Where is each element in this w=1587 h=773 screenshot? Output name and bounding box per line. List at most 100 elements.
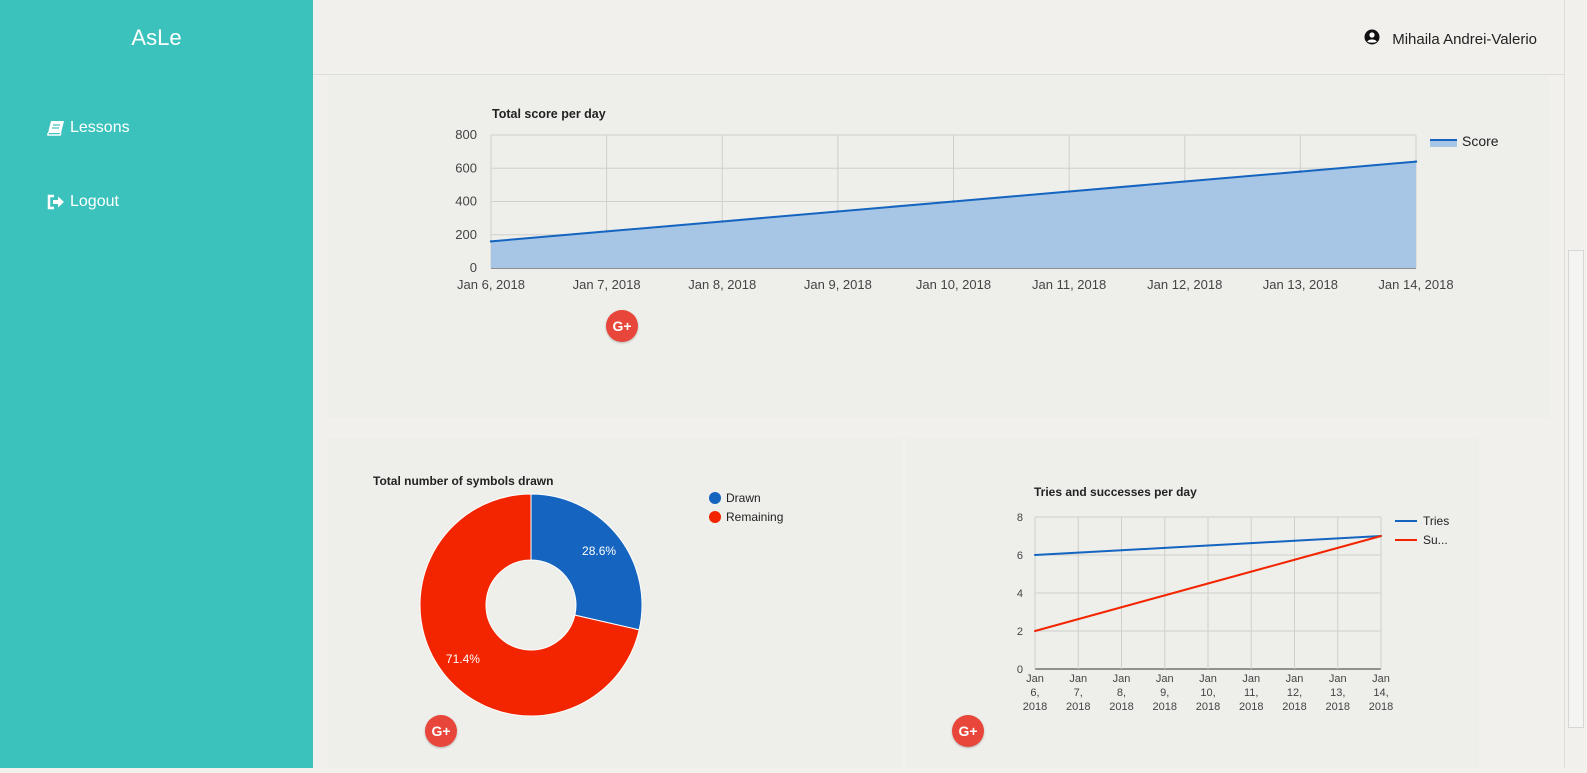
data-point <box>1207 544 1209 547</box>
data-point <box>1077 551 1080 554</box>
slice-percent-label: 28.6% <box>582 544 616 558</box>
data-point <box>1163 594 1166 597</box>
google-plus-share-button[interactable]: G+ <box>952 715 984 747</box>
score-data-point <box>1067 190 1071 193</box>
y-tick-label: 800 <box>455 127 477 142</box>
x-tick-label: Jan 10, 2018 <box>916 277 991 292</box>
data-point <box>1336 537 1339 540</box>
score-data-point <box>836 210 840 213</box>
x-tick-label: 11, <box>1244 687 1258 699</box>
x-tick-label: 2018 <box>1196 701 1220 713</box>
y-tick-label: 400 <box>455 194 477 209</box>
google-plus-icon: G+ <box>612 318 632 334</box>
legend-swatch-drawn <box>709 492 721 504</box>
google-plus-share-button[interactable]: G+ <box>425 715 457 747</box>
data-point <box>1336 546 1339 549</box>
x-tick-label: Jan <box>1372 673 1390 685</box>
x-tick-label: Jan 13, 2018 <box>1263 277 1338 292</box>
score-chart-panel: Total score per day 800 600 400 200 0 Jan 6,… <box>328 76 1549 418</box>
score-data-point <box>1299 170 1302 173</box>
x-tick-label: 7, <box>1074 687 1083 699</box>
data-point <box>1250 570 1253 573</box>
symbols-chart-panel: Total number of symbols drawn 28.6% 71.4%… <box>328 438 901 768</box>
x-tick-label: Jan 7, 2018 <box>573 277 641 292</box>
donut-slice-drawn <box>530 493 643 631</box>
y-tick-label: 8 <box>1017 512 1023 524</box>
x-tick-label: Jan <box>1069 673 1087 685</box>
x-tick-label: Jan <box>1329 673 1347 685</box>
legend-label-score: Score <box>1462 133 1499 149</box>
x-tick-label: 2018 <box>1326 701 1350 713</box>
y-tick-label: 6 <box>1017 550 1023 562</box>
sidebar-item-logout[interactable]: Logout <box>47 193 119 211</box>
slice-percent-label: 71.4% <box>446 652 480 666</box>
sidebar-item-lessons[interactable]: Lessons <box>47 119 130 137</box>
x-tick-label: Jan <box>1286 673 1304 685</box>
score-data-point <box>721 220 724 223</box>
google-plus-icon: G+ <box>958 723 978 739</box>
legend-swatch-remaining <box>709 511 721 523</box>
sidebar: AsLe Lessons Logout <box>0 0 313 768</box>
y-tick-label: 0 <box>470 260 477 275</box>
x-tick-label: 2018 <box>1023 701 1047 713</box>
y-tick-label: 600 <box>455 160 477 175</box>
data-point <box>1380 535 1382 537</box>
data-point <box>1163 546 1166 549</box>
x-tick-label: Jan 6, 2018 <box>457 277 525 292</box>
chart-title: Tries and successes per day <box>1034 485 1197 499</box>
user-circle-icon <box>1364 29 1380 49</box>
data-point <box>1293 539 1296 542</box>
scrollbar-thumb[interactable] <box>1568 250 1584 728</box>
chart-title: Total score per day <box>492 107 606 121</box>
x-tick-label: Jan 11, 2018 <box>1032 277 1106 292</box>
data-point <box>1207 582 1209 585</box>
x-tick-label: 12, <box>1287 687 1302 699</box>
x-tick-label: 6, <box>1030 687 1039 699</box>
legend-label-1: Su... <box>1423 533 1448 547</box>
x-tick-label: 2018 <box>1066 701 1090 713</box>
score-data-point <box>1414 160 1418 163</box>
legend-label-drawn: Drawn <box>726 491 761 505</box>
data-point <box>1120 549 1123 552</box>
y-tick-label: 200 <box>455 227 477 242</box>
brand-title[interactable]: AsLe <box>0 25 313 51</box>
score-data-point <box>605 230 608 233</box>
data-point <box>1077 618 1080 621</box>
x-tick-label: Jan <box>1199 673 1217 685</box>
top-bar: Mihaila Andrei-Valerio <box>313 0 1565 75</box>
google-plus-share-button[interactable]: G+ <box>606 310 638 342</box>
y-tick-label: 2 <box>1017 626 1023 638</box>
legend-label-remaining: Remaining <box>726 510 783 524</box>
x-tick-label: 13, <box>1330 687 1345 699</box>
x-tick-label: 2018 <box>1239 701 1263 713</box>
x-tick-label: Jan 9, 2018 <box>804 277 872 292</box>
x-tick-label: Jan 12, 2018 <box>1147 277 1222 292</box>
data-point <box>1120 606 1123 609</box>
x-tick-label: Jan <box>1113 673 1131 685</box>
x-tick-label: Jan 14, 2018 <box>1378 277 1453 292</box>
x-tick-label: 2018 <box>1282 701 1306 713</box>
data-point <box>1250 542 1253 545</box>
x-tick-label: Jan <box>1156 673 1174 685</box>
chart-title: Total number of symbols drawn <box>373 474 553 488</box>
x-tick-label: 9, <box>1160 687 1169 699</box>
scrollbar[interactable] <box>1564 0 1587 768</box>
y-tick-label: 4 <box>1017 588 1023 600</box>
score-chart: Total score per day 800 600 400 200 0 Jan 6,… <box>455 107 1499 292</box>
data-point <box>1034 554 1036 556</box>
score-data-point <box>1183 180 1186 183</box>
legend-label-0: Tries <box>1423 514 1449 528</box>
x-tick-label: Jan <box>1026 673 1044 685</box>
tries-line-chart: Tries and successes per day 8 6 4 2 0 Jan 6, 2… <box>1017 485 1449 713</box>
x-tick-label: 2018 <box>1369 701 1393 713</box>
x-tick-label: 2018 <box>1153 701 1177 713</box>
user-name[interactable]: Mihaila Andrei-Valerio <box>1392 31 1537 48</box>
score-data-point <box>489 240 493 243</box>
user-menu[interactable]: Mihaila Andrei-Valerio <box>1364 29 1537 49</box>
book-icon <box>47 120 65 136</box>
tries-chart-panel: Tries and successes per day 8 6 4 2 0 Jan 6, 2… <box>906 438 1479 768</box>
x-tick-label: Jan <box>1242 673 1260 685</box>
score-data-point <box>952 200 955 203</box>
x-tick-label: 10, <box>1200 687 1215 699</box>
symbols-donut-chart: Total number of symbols drawn 28.6% 71.4%… <box>373 474 783 717</box>
